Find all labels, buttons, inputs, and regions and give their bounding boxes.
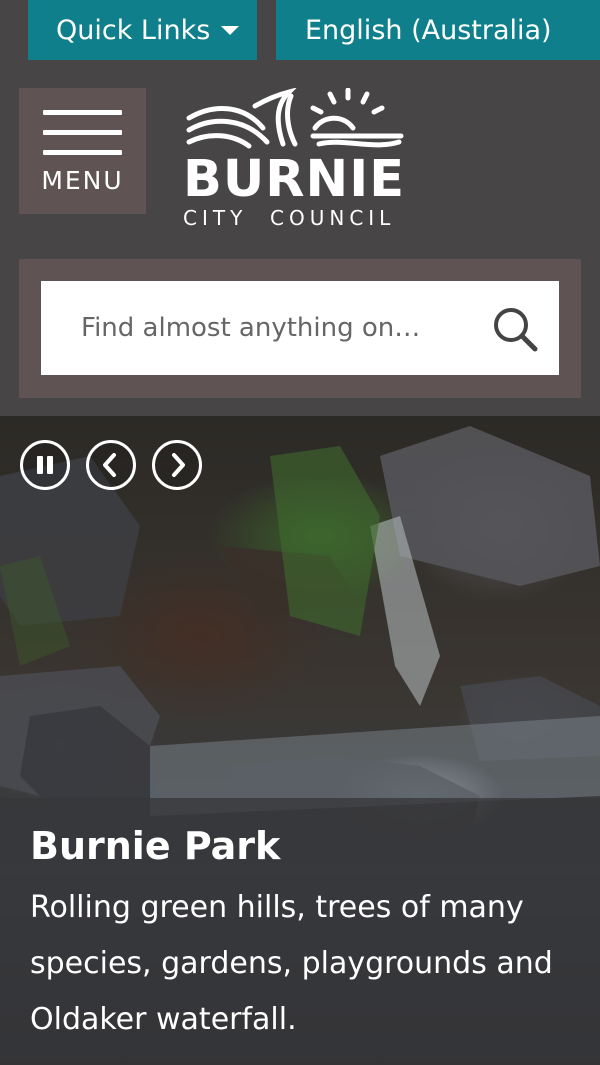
quick-links-label: Quick Links (56, 14, 211, 46)
menu-button[interactable]: MENU (19, 88, 146, 214)
slide-caption: Burnie Park Rolling green hills, trees o… (0, 798, 600, 1065)
chevron-right-icon (172, 453, 185, 477)
language-label: English (Australia) (305, 14, 552, 46)
logo-subtitle: CITY COUNCIL (183, 206, 396, 230)
slide-title[interactable]: Burnie Park (30, 824, 570, 870)
menu-label: MENU (41, 166, 124, 195)
pause-button[interactable] (20, 440, 70, 490)
next-slide-button[interactable] (152, 440, 202, 490)
search-button[interactable] (491, 305, 539, 353)
hamburger-icon (43, 110, 122, 115)
chevron-left-icon (103, 453, 116, 477)
caret-down-icon (221, 26, 239, 35)
top-bar: Quick Links English (Australia) (0, 0, 600, 60)
search-panel (19, 259, 581, 398)
search-icon (494, 308, 538, 352)
hamburger-icon-line (43, 130, 122, 135)
quick-links-dropdown[interactable]: Quick Links (28, 0, 257, 60)
search-box (41, 281, 559, 375)
previous-slide-button[interactable] (86, 440, 136, 490)
pause-icon (37, 456, 53, 474)
logo-wordmark: BURNIE (183, 150, 406, 209)
language-selector[interactable]: English (Australia) (276, 0, 600, 60)
slide-description: Rolling green hills, trees of many speci… (30, 889, 553, 1037)
hamburger-icon-line (43, 150, 122, 155)
logo-mark-icon (186, 87, 404, 149)
site-logo[interactable]: BURNIE CITY COUNCIL (183, 87, 413, 234)
search-input[interactable] (41, 281, 471, 375)
hero-slider[interactable]: Burnie Park Rolling green hills, trees o… (0, 416, 600, 1065)
